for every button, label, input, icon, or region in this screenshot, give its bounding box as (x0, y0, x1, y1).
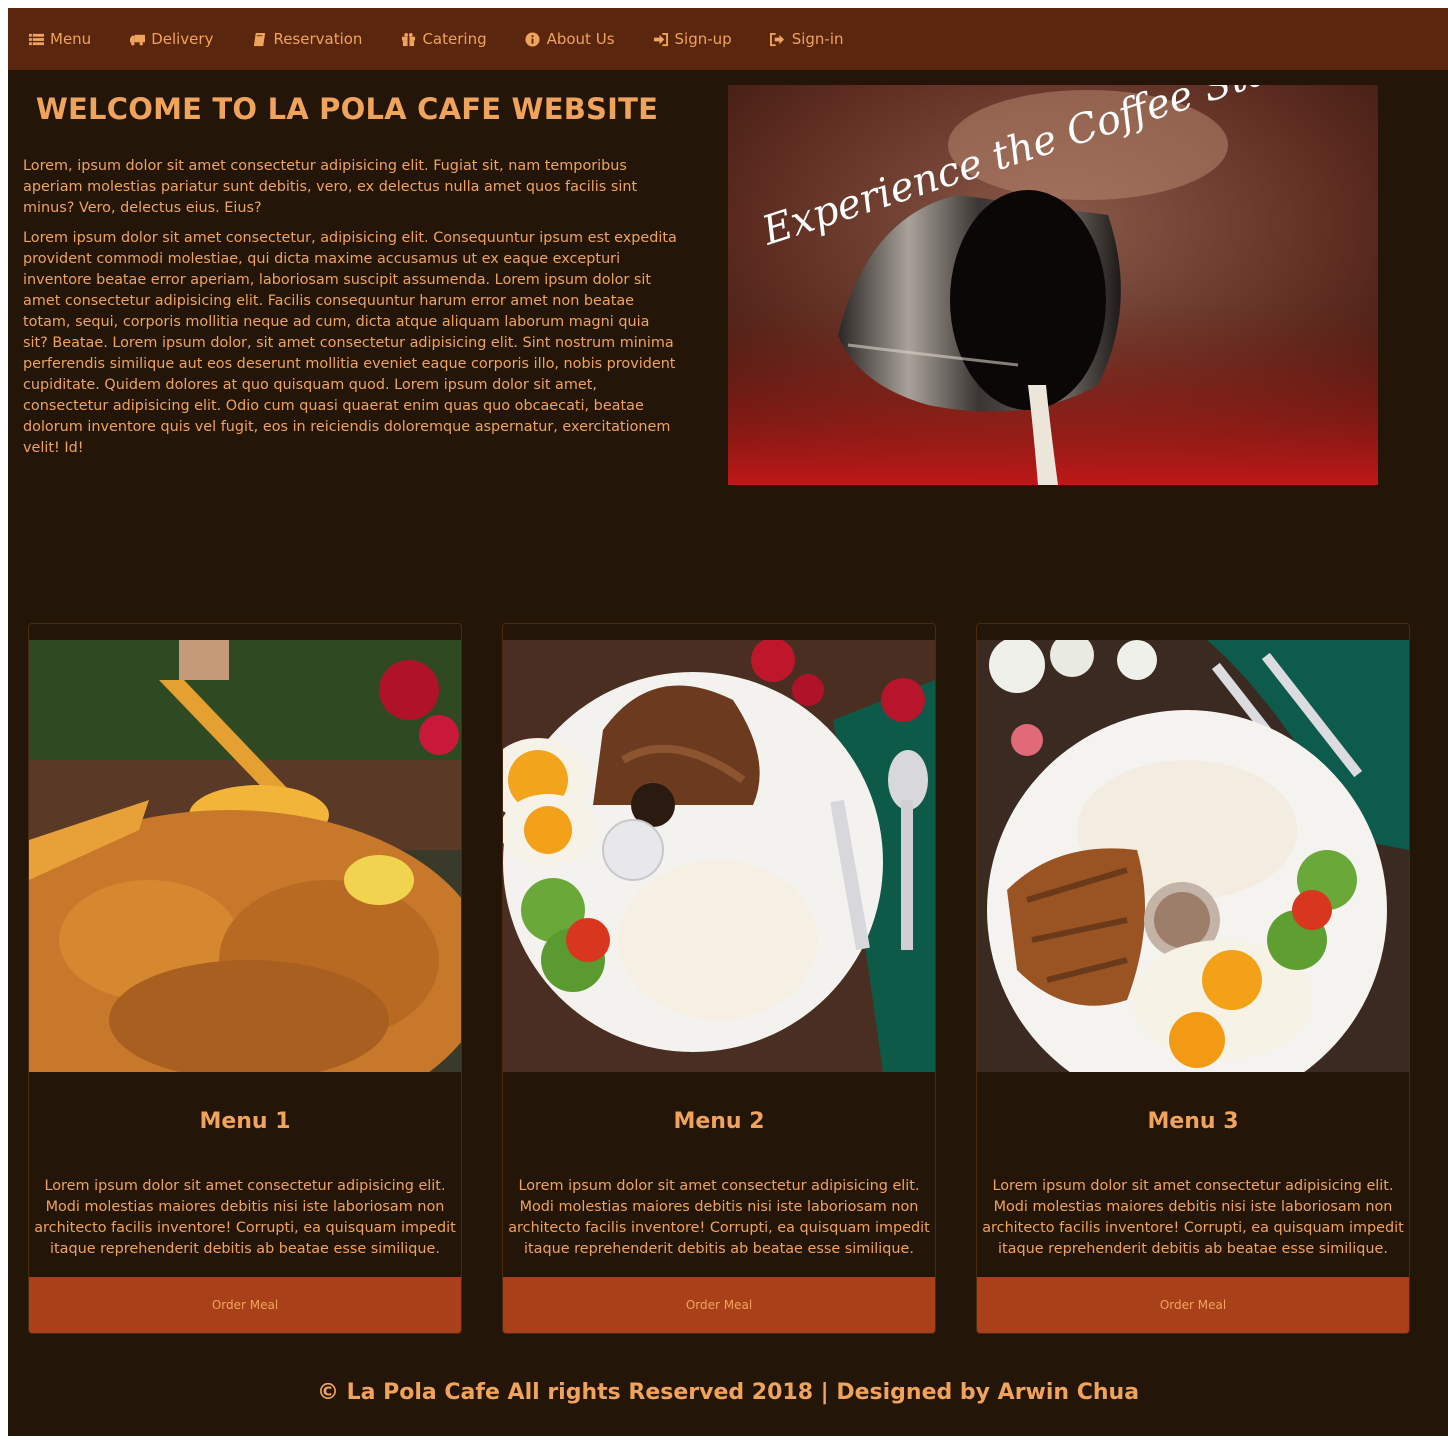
menu-photo (29, 640, 461, 1072)
sign-in-icon (770, 31, 786, 47)
nav-item-reservation[interactable]: Reservation (251, 30, 362, 48)
nav-item-label: Delivery (151, 30, 214, 48)
nav-item-label: Sign-in (791, 30, 844, 48)
footer-copyright: © La Pola Cafe All rights Reserved 2018 … (316, 1380, 1140, 1405)
intro-text: Lorem, ipsum dolor sit amet consectetur … (23, 156, 678, 468)
menu-description: Lorem ipsum dolor sit amet consectetur a… (982, 1178, 1404, 1257)
nav-item-sign-in[interactable]: Sign-in (770, 30, 844, 48)
order-meal-button[interactable]: Order Meal (503, 1277, 935, 1333)
nav-item-sign-up[interactable]: Sign-up (653, 30, 732, 48)
order-meal-button[interactable]: Order Meal (977, 1277, 1409, 1333)
navbar: Menu Delivery Reservation Catering About… (8, 8, 1448, 70)
menu-card: Menu 3 Lorem ipsum dolor sit amet consec… (976, 623, 1410, 1334)
list-icon (28, 31, 44, 47)
nav-item-about-us[interactable]: About Us (525, 30, 615, 48)
page-title: WELCOME TO LA POLA CAFE WEBSITE (35, 92, 659, 126)
gift-icon (400, 31, 416, 47)
intro-paragraph: Lorem ipsum dolor sit amet consectetur, … (23, 230, 677, 456)
nav-item-label: Menu (50, 30, 92, 48)
truck-icon (129, 31, 145, 47)
menu-card: Menu 1 Lorem ipsum dolor sit amet consec… (28, 623, 462, 1334)
info-icon (525, 31, 541, 47)
menu-title: Menu 2 (673, 1109, 765, 1134)
menu-description: Lorem ipsum dolor sit amet consectetur a… (34, 1178, 456, 1257)
nav-item-label: Reservation (273, 30, 363, 48)
nav-item-label: About Us (546, 30, 615, 48)
nav-item-label: Catering (422, 30, 487, 48)
nav-item-label: Sign-up (674, 30, 732, 48)
menu-description: Lorem ipsum dolor sit amet consectetur a… (508, 1178, 930, 1257)
menu-title: Menu 1 (199, 1109, 291, 1134)
nav-item-delivery[interactable]: Delivery (129, 30, 213, 48)
sign-up-icon (653, 31, 669, 47)
nav-item-menu[interactable]: Menu (28, 30, 91, 48)
book-icon (251, 31, 267, 47)
order-meal-button[interactable]: Order Meal (29, 1277, 461, 1333)
menu-photo (503, 640, 935, 1072)
hero-image: Experience the Coffee Standard (728, 85, 1378, 485)
menu-photo (977, 640, 1409, 1072)
nav-item-catering[interactable]: Catering (400, 30, 487, 48)
menu-card: Menu 2 Lorem ipsum dolor sit amet consec… (502, 623, 936, 1334)
page: Menu Delivery Reservation Catering About… (8, 8, 1448, 1436)
intro-paragraph: Lorem, ipsum dolor sit amet consectetur … (23, 158, 638, 216)
menu-title: Menu 3 (1147, 1109, 1239, 1134)
